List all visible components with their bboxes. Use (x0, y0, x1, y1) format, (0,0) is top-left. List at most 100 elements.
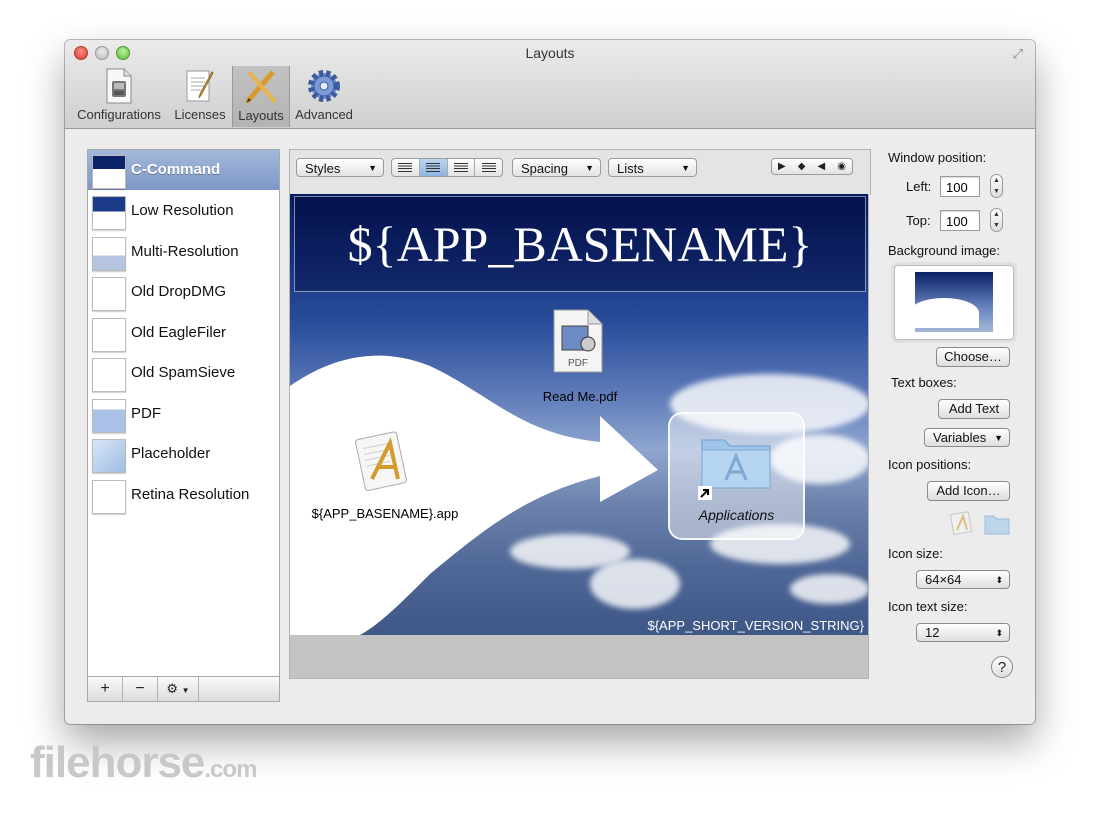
layout-item-label: PDF (131, 405, 161, 422)
top-label: Top: (906, 213, 931, 228)
toolbar-licenses[interactable]: Licenses (171, 67, 229, 123)
advanced-gear-icon (308, 70, 340, 102)
app-icon-small[interactable] (949, 510, 975, 536)
layouts-icon (245, 70, 277, 104)
layout-item-old-dropdmg[interactable]: Old DropDMG (88, 272, 279, 312)
layout-item-low-resolution[interactable]: Low Resolution (88, 191, 279, 231)
align-center-button[interactable] (419, 159, 448, 176)
main-window: Layouts ⤢ Configurations Licenses Layout… (65, 40, 1035, 724)
add-text-button[interactable]: Add Text (938, 399, 1010, 419)
layout-item-label: Old DropDMG (131, 283, 227, 300)
layout-item-label: Multi-Resolution (131, 243, 239, 260)
layout-actions-menu[interactable]: ⚙ ▼ (158, 677, 199, 701)
applications-folder-icon (701, 439, 771, 489)
text-boxes-label: Text boxes: (891, 375, 957, 390)
left-position-field[interactable]: 100 (940, 176, 980, 197)
icon-size-label: Icon size: (888, 546, 943, 561)
icon-size-popup[interactable]: 64×64 ⬍ (916, 570, 1010, 589)
layout-thumbnail (92, 439, 126, 473)
gear-icon: ⚙ (166, 681, 179, 696)
applications-target[interactable]: Applications (668, 412, 805, 540)
layout-item-old-eaglefiler[interactable]: Old EagleFiler (88, 313, 279, 353)
up-down-chevron-icon: ⬍ (995, 575, 1003, 585)
chevron-down-icon: ▼ (181, 686, 190, 695)
layout-item-label: C-Command (131, 161, 221, 178)
chevron-down-icon: ▼ (994, 433, 1003, 443)
layout-thumbnail (92, 196, 126, 230)
layouts-list[interactable]: C-Command Low Resolution Multi-Resolutio… (87, 149, 280, 677)
layout-item-label: Low Resolution (131, 202, 234, 219)
licenses-icon (186, 70, 214, 102)
align-center-icon (426, 163, 441, 172)
up-down-chevron-icon: ⬍ (995, 628, 1003, 638)
align-left-button[interactable] (392, 159, 420, 176)
help-button[interactable]: ? (991, 656, 1013, 678)
toolbar-advanced[interactable]: Advanced (293, 67, 355, 123)
title-bar: Layouts ⤢ Configurations Licenses Layout… (65, 40, 1035, 129)
align-justify-button[interactable] (448, 159, 476, 176)
layout-item-multi-resolution[interactable]: Multi-Resolution (88, 232, 279, 272)
add-icon-button[interactable]: Add Icon… (927, 481, 1010, 501)
app-title-text[interactable]: ${APP_BASENAME} (294, 196, 866, 292)
layout-item-pdf[interactable]: PDF (88, 394, 279, 434)
remove-layout-button[interactable]: − (123, 677, 158, 701)
pdf-document-icon[interactable]: PDF (550, 308, 606, 374)
left-position-stepper[interactable]: ▲ ▼ (990, 174, 1003, 198)
background-image-well[interactable] (894, 265, 1014, 340)
top-position-field[interactable]: 100 (940, 210, 980, 231)
add-layout-button[interactable]: + (88, 677, 123, 701)
play-icon[interactable]: ▶ (778, 161, 786, 172)
align-left-icon (398, 163, 413, 172)
spacing-popup[interactable]: Spacing ▼ (512, 158, 601, 177)
background-image-label: Background image: (888, 243, 1001, 258)
applications-label: Applications (698, 507, 775, 523)
version-string-text[interactable]: ${APP_SHORT_VERSION_STRING} (647, 618, 864, 633)
background-thumbnail (915, 272, 993, 332)
app-icon-label: ${APP_BASENAME}.app (311, 506, 459, 521)
toolbar-configurations[interactable]: Configurations (73, 67, 165, 123)
text-alignment-control[interactable] (391, 158, 503, 177)
layout-canvas[interactable]: ${APP_BASENAME} PDF Read Me.pdf ${APP_BA… (289, 194, 869, 635)
layout-thumbnail (92, 318, 126, 352)
icon-positions-label: Icon positions: (888, 457, 972, 472)
chevron-down-icon: ▼ (681, 163, 690, 173)
toolbar-configurations-label: Configurations (77, 107, 161, 122)
diamond-icon[interactable]: ◆ (798, 161, 806, 172)
choose-background-button[interactable]: Choose… (936, 347, 1010, 367)
top-position-stepper[interactable]: ▲ ▼ (990, 208, 1003, 232)
pdf-badge: PDF (568, 358, 588, 369)
layout-item-placeholder[interactable]: Placeholder (88, 434, 279, 474)
layout-item-retina-resolution[interactable]: Retina Resolution (88, 475, 279, 515)
layout-thumbnail (92, 399, 126, 433)
lists-popup[interactable]: Lists ▼ (608, 158, 697, 177)
styles-popup[interactable]: Styles ▼ (296, 158, 384, 177)
configurations-icon (106, 68, 132, 104)
record-icon[interactable]: ◉ (837, 161, 846, 172)
align-right-icon (481, 163, 496, 172)
layout-item-old-spamsieve[interactable]: Old SpamSieve (88, 353, 279, 393)
left-label: Left: (906, 179, 932, 194)
window-position-label: Window position: (888, 150, 987, 165)
back-icon[interactable]: ◀ (817, 161, 825, 172)
alias-arrow-icon (698, 486, 712, 500)
fullscreen-icon[interactable]: ⤢ (1013, 46, 1023, 62)
folder-icon-small[interactable] (983, 512, 1011, 536)
layout-item-c-command[interactable]: C-Command (88, 150, 279, 190)
layout-thumbnail (92, 480, 126, 514)
pdf-icon-label: Read Me.pdf (542, 389, 618, 404)
layout-item-label: Placeholder (131, 445, 211, 462)
layout-thumbnail (92, 155, 126, 189)
layer-order-control[interactable]: ▶ ◆ ◀ ◉ (771, 158, 853, 175)
app-icon[interactable] (350, 429, 414, 493)
align-right-button[interactable] (475, 159, 502, 176)
chevron-down-icon: ▼ (368, 163, 377, 173)
icon-text-size-popup[interactable]: 12 ⬍ (916, 623, 1010, 642)
align-justify-icon (453, 163, 468, 172)
canvas-footer (289, 635, 869, 679)
variables-popup[interactable]: Variables ▼ (924, 428, 1010, 447)
toolbar-layouts[interactable]: Layouts (232, 66, 290, 127)
layouts-list-footer: + − ⚙ ▼ (87, 676, 280, 702)
layout-thumbnail (92, 277, 126, 311)
layout-item-label: Old SpamSieve (131, 364, 236, 381)
layout-thumbnail (92, 358, 126, 392)
